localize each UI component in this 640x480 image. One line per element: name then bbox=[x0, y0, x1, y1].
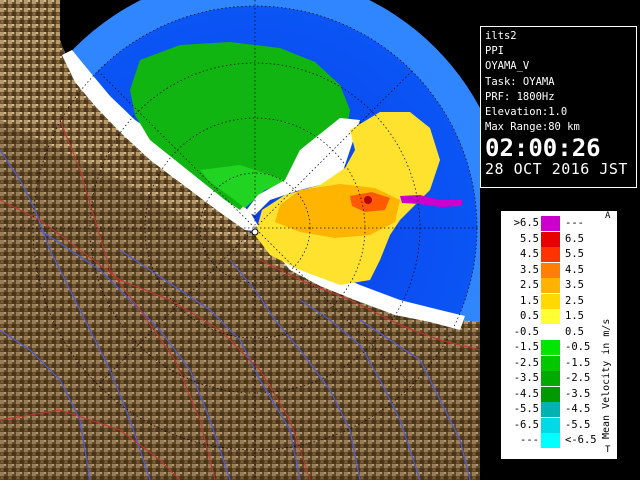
prf-value: PRF: 1800Hz bbox=[485, 90, 555, 103]
product-type: PPI bbox=[485, 45, 504, 58]
legend-row: -5.5 -4.5 bbox=[501, 402, 601, 417]
legend-row-high: -1.5 bbox=[565, 356, 591, 369]
legend-row-low: -2.5 bbox=[513, 356, 539, 369]
legend-row: -1.5 -0.5 bbox=[501, 340, 601, 355]
legend-row-high: -2.5 bbox=[565, 372, 591, 384]
legend-row-high: 6.5 bbox=[565, 232, 584, 245]
legend-color-swatch bbox=[541, 247, 560, 262]
legend-row: 0.5 1.5 bbox=[501, 309, 601, 324]
legend-color-swatch bbox=[541, 355, 560, 371]
legend-color-swatch bbox=[541, 309, 560, 324]
legend-row: 3.5 4.5 bbox=[501, 262, 601, 278]
legend-row: >6.5 --- bbox=[501, 216, 601, 231]
data-source: OYAMA_V bbox=[485, 60, 530, 73]
legend-row-high: 5.5 bbox=[565, 248, 584, 260]
legend-row-low: 0.5 bbox=[520, 310, 539, 322]
legend-row-low: -6.5 bbox=[513, 418, 539, 431]
info-panel: ilts2 PPI OYAMA_V Task: OYAMA PRF: 1800H… bbox=[480, 26, 637, 188]
legend-row-low: 5.5 bbox=[520, 232, 539, 245]
legend-row: 2.5 3.5 bbox=[501, 278, 601, 293]
legend-corner-bottom: T bbox=[605, 445, 611, 455]
legend-row-low: 3.5 bbox=[520, 263, 539, 276]
legend-row-low: -5.5 bbox=[513, 403, 539, 415]
legend-row-low: -1.5 bbox=[513, 341, 539, 353]
radar-id: ilts2 bbox=[485, 30, 517, 42]
legend-row-low: -4.5 bbox=[513, 387, 539, 400]
legend-color-swatch bbox=[541, 324, 560, 340]
legend-color-swatch bbox=[541, 216, 560, 231]
legend-row-high: 0.5 bbox=[565, 325, 584, 338]
legend-row: -4.5 -3.5 bbox=[501, 386, 601, 402]
legend-row-high: 2.5 bbox=[565, 294, 584, 307]
legend-row-low: --- bbox=[520, 434, 539, 446]
legend-row-high: -3.5 bbox=[565, 387, 591, 400]
legend-row-low: 2.5 bbox=[520, 279, 539, 291]
legend-corner-top: A bbox=[605, 211, 611, 221]
scan-time: 02:00:26 bbox=[485, 134, 601, 163]
legend-row-low: -3.5 bbox=[513, 372, 539, 384]
legend-row-high: 1.5 bbox=[565, 310, 584, 322]
legend-color-swatch bbox=[541, 278, 560, 293]
max-range-value: Max Range:80 km bbox=[485, 121, 580, 134]
legend-row-high: --- bbox=[565, 217, 584, 229]
legend-row: 5.5 6.5 bbox=[501, 231, 601, 247]
legend-row-low: 4.5 bbox=[520, 248, 539, 260]
legend-row-high: -0.5 bbox=[565, 341, 591, 353]
legend-color-swatch bbox=[541, 231, 560, 247]
legend-row: -6.5 -5.5 bbox=[501, 417, 601, 433]
scan-date: 28 OCT 2016 JST bbox=[485, 160, 628, 179]
legend-row: -3.5 -2.5 bbox=[501, 371, 601, 386]
legend-row: -2.5 -1.5 bbox=[501, 355, 601, 371]
legend-row-high: <-6.5 bbox=[565, 434, 597, 446]
legend-row: -0.5 0.5 bbox=[501, 324, 601, 340]
legend-color-swatch bbox=[541, 417, 560, 433]
task-name: Task: OYAMA bbox=[485, 75, 555, 88]
legend-title: Mean Velocity in m/s bbox=[601, 318, 612, 439]
legend-row-low: 1.5 bbox=[520, 294, 539, 307]
legend-row: 4.5 5.5 bbox=[501, 247, 601, 262]
legend-color-swatch bbox=[541, 402, 560, 417]
legend-row-high: 4.5 bbox=[565, 263, 584, 276]
velocity-legend: A >6.5 --- 5.5 6.5 4.5 5.5 3.5 4.5 2.5 3.5 1.5 2.5 0… bbox=[500, 210, 618, 460]
legend-color-swatch bbox=[541, 371, 560, 386]
legend-color-swatch bbox=[541, 386, 560, 402]
legend-color-swatch bbox=[541, 340, 560, 355]
legend-color-swatch bbox=[541, 433, 560, 448]
legend-row-low: >6.5 bbox=[513, 217, 539, 229]
legend-row-high: -4.5 bbox=[565, 403, 591, 415]
legend-row: --- <-6.5 bbox=[501, 433, 601, 448]
echo-dark-red-spot bbox=[364, 196, 372, 204]
radar-site-marker bbox=[251, 228, 259, 236]
legend-color-swatch bbox=[541, 293, 560, 309]
elevation-value: Elevation:1.0 bbox=[485, 106, 568, 119]
legend-row-low: -0.5 bbox=[513, 325, 539, 338]
legend-color-swatch bbox=[541, 262, 560, 278]
legend-row-high: 3.5 bbox=[565, 279, 584, 291]
legend-row: 1.5 2.5 bbox=[501, 293, 601, 309]
legend-row-high: -5.5 bbox=[565, 418, 591, 431]
